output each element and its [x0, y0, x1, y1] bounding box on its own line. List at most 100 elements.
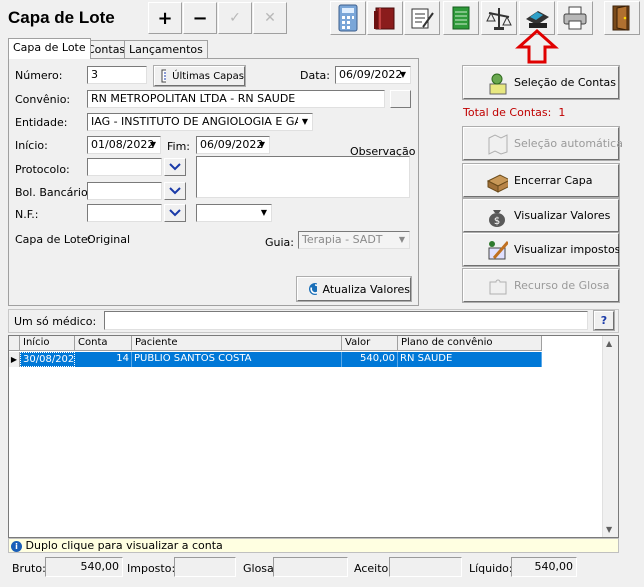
printer-button[interactable] [557, 1, 593, 35]
chevron-down-icon [169, 187, 181, 195]
list-icon [161, 69, 167, 83]
card-box-icon [486, 173, 508, 193]
chevron-down-icon[interactable]: ▼ [395, 232, 409, 248]
visualizar-valores-label: Visualizar Valores [514, 209, 611, 222]
chevron-down-icon [169, 209, 181, 217]
chevron-down-icon[interactable]: ▼ [298, 114, 312, 130]
bol-bancario-input[interactable] [87, 182, 162, 200]
exit-door-icon [612, 5, 630, 31]
table-cell-valor[interactable]: 540,00 [342, 352, 398, 367]
bruto-label: Bruto: [12, 562, 46, 575]
protocolo-label: Protocolo: [15, 163, 70, 176]
table-cell-inicio[interactable]: 30/08/2022 [20, 352, 75, 367]
vertical-scrollbar[interactable]: ▲ ▼ [602, 336, 618, 537]
remove-button[interactable]: − [183, 2, 217, 34]
confirm-button[interactable]: ✓ [218, 2, 252, 34]
selecao-de-contas-label: Seleção de Contas [514, 76, 617, 89]
observacao-textarea[interactable] [196, 156, 410, 198]
table-cell-conta[interactable]: 14 [75, 352, 132, 367]
encerrar-capa-button[interactable]: Encerrar Capa [462, 163, 620, 198]
protocolo-lookup-button[interactable] [164, 158, 186, 176]
selecao-automatica-button[interactable]: Seleção automática [462, 126, 623, 161]
numero-input[interactable]: 3 [87, 66, 147, 84]
refresh-icon [309, 283, 317, 295]
column-header-valor[interactable]: Valor [342, 336, 398, 351]
pen-ledger-icon [488, 240, 508, 259]
chevron-down-icon[interactable]: ▼ [396, 67, 410, 83]
visualizar-impostos-button[interactable]: Visualizar impostos [462, 232, 620, 267]
data-select[interactable]: 06/09/2022 ▼ [335, 66, 411, 84]
exit-button[interactable] [604, 1, 640, 35]
selecao-de-contas-button[interactable]: Seleção de Contas [462, 65, 620, 100]
fim-select[interactable]: 06/09/2022 ▼ [196, 136, 270, 154]
chevron-down-icon[interactable]: ▼ [255, 137, 269, 153]
calculator-button[interactable] [330, 1, 366, 35]
convenio-lookup-button[interactable] [390, 90, 411, 108]
scales-button[interactable] [481, 1, 517, 35]
entidade-select[interactable]: IAG - INSTITUTO DE ANGIOLOGIA E GASTI ▼ [87, 113, 313, 131]
visualizar-valores-button[interactable]: $ Visualizar Valores [462, 198, 620, 233]
entidade-value: IAG - INSTITUTO DE ANGIOLOGIA E GASTI [91, 115, 313, 128]
chevron-down-icon[interactable]: ▼ [257, 205, 271, 221]
convenio-label: Convênio: [15, 93, 71, 106]
atualiza-valores-label: Atualiza Valores [322, 282, 410, 296]
tab-lancamentos[interactable]: Lançamentos [124, 40, 208, 58]
book-button[interactable] [367, 1, 403, 35]
column-header-paciente[interactable]: Paciente [132, 336, 342, 351]
document-edit-icon [411, 8, 434, 29]
data-label: Data: [300, 69, 330, 82]
cancel-button[interactable]: ✕ [253, 2, 287, 34]
liquido-value: 540,00 [511, 557, 577, 577]
spreadsheet-icon [452, 6, 470, 30]
puzzle-icon [489, 279, 507, 294]
ultimas-capas-button[interactable]: Últimas Capas [153, 65, 246, 87]
printer-icon [563, 6, 587, 30]
bol-bancario-lookup-button[interactable] [164, 182, 186, 200]
bruto-value: 540,00 [45, 557, 123, 577]
guia-select[interactable]: Terapia - SADT ▼ [298, 231, 410, 249]
recurso-de-glosa-button[interactable]: Recurso de Glosa [462, 268, 620, 303]
data-value: 06/09/2022 [339, 68, 403, 81]
info-icon: i [11, 540, 22, 552]
glosa-value [273, 557, 348, 577]
atualiza-valores-button[interactable]: Atualiza Valores [296, 276, 412, 302]
contas-grid[interactable]: Início Conta Paciente Valor Plano de con… [8, 335, 619, 538]
capa-de-lote-label: Capa de Lote: [15, 233, 92, 246]
nf-lookup-button[interactable] [164, 204, 186, 222]
scroll-up-icon[interactable]: ▲ [606, 339, 612, 348]
medico-input[interactable] [104, 311, 588, 330]
convenio-input[interactable]: RN METROPOLITAN LTDA - RN SAUDE [87, 90, 385, 108]
add-button[interactable]: + [148, 2, 182, 34]
protocolo-input[interactable] [87, 158, 162, 176]
chevron-down-icon[interactable]: ▼ [146, 137, 160, 153]
spreadsheet-button[interactable] [443, 1, 479, 35]
nf-type-select[interactable]: ▼ [196, 204, 272, 222]
imposto-label: Imposto: [127, 562, 176, 575]
entidade-label: Entidade: [15, 116, 68, 129]
bol-bancario-label: Bol. Bancário: [15, 186, 92, 199]
inicio-select[interactable]: 01/08/2022 ▼ [87, 136, 161, 154]
liquido-label: Líquido: [469, 562, 513, 575]
document-edit-button[interactable] [404, 1, 440, 35]
nf-input[interactable] [87, 204, 162, 222]
medico-label: Um só médico: [14, 315, 97, 328]
tab-capa-de-lote[interactable]: Capa de Lote [8, 38, 91, 59]
column-header-inicio[interactable]: Início [20, 336, 75, 351]
total-contas-value: 1 [558, 106, 566, 119]
nf-label: N.F.: [15, 208, 39, 221]
table-cell-plano[interactable]: RN SAUDE [398, 352, 542, 367]
table-cell-paciente[interactable]: PUBLIO SANTOS COSTA [132, 352, 342, 367]
status-text: Duplo clique para visualizar a conta [25, 539, 223, 552]
aceito-value [389, 557, 462, 577]
window-title: Capa de Lote [8, 8, 115, 27]
help-button[interactable]: ? [593, 310, 615, 331]
row-indicator-header [9, 336, 20, 351]
guia-label: Guia: [265, 236, 294, 249]
row-pointer-icon: ▶ [9, 352, 20, 367]
book-icon [374, 7, 395, 30]
column-header-conta[interactable]: Conta [75, 336, 132, 351]
column-header-plano[interactable]: Plano de convênio [398, 336, 542, 351]
ultimas-capas-label: Últimas Capas [172, 70, 244, 82]
scroll-down-icon[interactable]: ▼ [606, 525, 612, 534]
recurso-de-glosa-label: Recurso de Glosa [514, 279, 610, 292]
